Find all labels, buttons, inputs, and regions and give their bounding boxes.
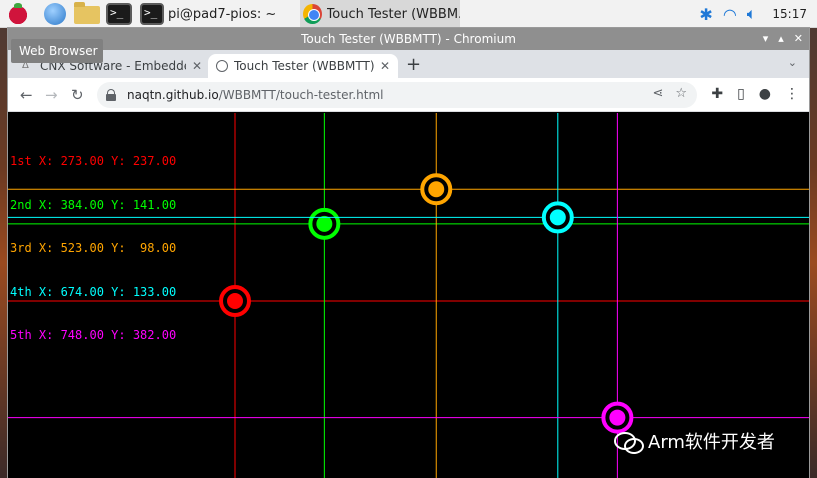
chromium-icon [303,4,322,24]
toolbar-actions: ✚ ▯ ● ⋮ [711,86,799,102]
touch-readout-1: 1st X: 273.00 Y: 237.00 [10,154,177,168]
back-button[interactable]: ← [20,85,33,105]
reload-button[interactable]: ↻ [71,85,84,105]
close-icon[interactable]: ✕ [794,28,803,50]
window-controls: ▾ ▴ ✕ [763,28,803,50]
touch-readout-3: 3rd X: 523.00 Y: 98.00 [10,241,177,255]
tab-close-icon[interactable]: ✕ [380,59,390,73]
terminal-icon[interactable]: >_ [106,3,132,25]
volume-icon[interactable]: 🔈︎ [747,4,757,24]
touch-readout-5: 5th X: 748.00 Y: 382.00 [10,328,177,342]
share-icon[interactable]: ⋖ [652,86,663,101]
profile-avatar-icon[interactable]: ● [759,86,771,102]
browser-window: Touch Tester (WBBMTT) - Chromium ▾ ▴ ✕ Δ… [8,28,809,478]
touch-marker-dot-4 [549,209,566,226]
lock-icon[interactable] [105,89,117,101]
tab-touch-tester[interactable]: Touch Tester (WBBMTT) ✕ [208,54,398,78]
touch-readout-4: 4th X: 674.00 Y: 133.00 [10,284,177,299]
touch-readout-2: 2nd X: 384.00 Y: 141.00 [10,197,177,212]
web-browser-icon[interactable] [44,3,66,25]
maximize-icon[interactable]: ▴ [778,28,784,50]
window-title: Touch Tester (WBBMTT) - Chromium [301,32,516,46]
wechat-icon [614,430,644,454]
touch-readouts: 1st X: 273.00 Y: 237.00 2nd X: 384.00 Y:… [10,125,176,372]
url-host: naqtn.github.io [127,88,219,102]
bookmark-star-icon[interactable]: ☆ [675,86,687,101]
address-bar[interactable]: naqtn.github.io/WBBMTT/touch-tester.html… [97,82,697,108]
tab-search-icon[interactable]: ⌄ [788,56,797,69]
terminal-task-icon: >_ [140,3,164,25]
taskbar: >_ >_ pi@pad7-pios: ~ Touch Tester (WBBM… [0,0,817,28]
watermark-text: Arm软件开发者 [648,432,775,453]
tab-title: Touch Tester (WBBMTT) [234,59,374,73]
window-titlebar[interactable]: Touch Tester (WBBMTT) - Chromium ▾ ▴ ✕ [8,28,809,50]
bluetooth-icon[interactable]: ✱ [699,5,712,24]
tab-close-icon[interactable]: ✕ [192,59,202,73]
url-text[interactable]: naqtn.github.io/WBBMTT/touch-tester.html [127,88,384,102]
raspberry-menu-icon[interactable] [7,3,29,25]
forward-button[interactable]: → [45,85,58,105]
touch-marker-dot-1 [227,293,243,309]
browser-task-label: Touch Tester (WBBM... [326,6,460,22]
minimize-icon[interactable]: ▾ [763,28,769,50]
taskbar-browser-task[interactable]: Touch Tester (WBBM... [300,0,460,28]
taskbar-terminal-task[interactable]: >_ pi@pad7-pios: ~ [140,2,276,26]
browser-toolbar: ← → ↻ naqtn.github.io/WBBMTT/touch-teste… [8,78,809,112]
menu-icon[interactable]: ⋮ [785,86,799,102]
side-panel-icon[interactable]: ▯ [737,86,745,102]
new-tab-button[interactable]: + [406,54,421,76]
clock[interactable]: 15:17 [772,7,807,21]
url-path: /WBBMTT/touch-tester.html [218,88,384,102]
touch-marker-dot-3 [428,181,445,198]
extensions-icon[interactable]: ✚ [711,86,723,102]
tab-strip: Δ CNX Software - Embedde ✕ Touch Tester … [8,50,809,78]
watermark: Arm软件开发者 [614,428,775,454]
touch-tester-page[interactable]: 1st X: 273.00 Y: 237.00 2nd X: 384.00 Y:… [8,113,809,478]
omnibox-actions: ⋖ ☆ [652,86,687,101]
terminal-task-label: pi@pad7-pios: ~ [168,6,277,22]
globe-favicon-icon [216,60,228,72]
system-tray: ✱ ◠ 🔈︎ 15:17 [699,0,807,28]
touch-marker-dot-2 [316,215,333,232]
web-browser-tooltip: Web Browser [11,39,103,63]
wifi-icon[interactable]: ◠ [723,5,737,24]
file-manager-icon[interactable] [74,2,100,24]
touch-marker-dot-5 [609,409,626,426]
